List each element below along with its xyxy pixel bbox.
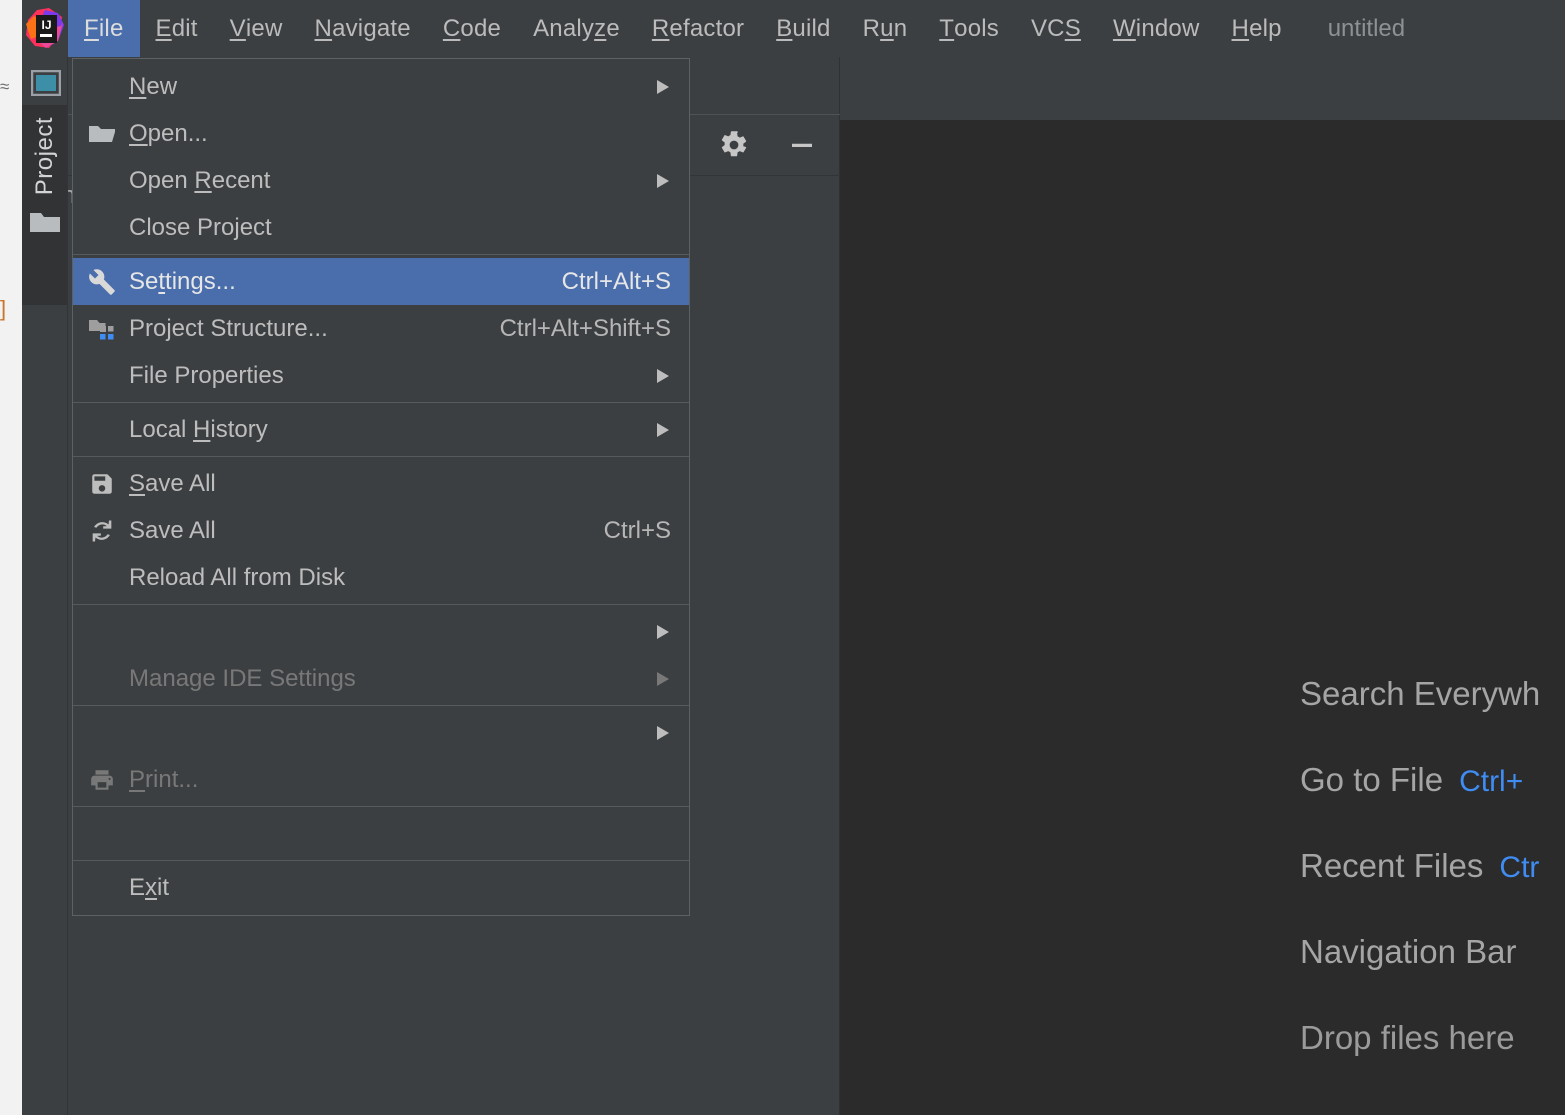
menu-item-label: File Properties bbox=[129, 361, 284, 389]
menu-item-label: Save All bbox=[129, 516, 216, 544]
menu-item-label: Project Structure... bbox=[129, 314, 328, 342]
menu-help[interactable]: Help bbox=[1216, 0, 1298, 57]
menu-item-file-properties[interactable]: File Properties bbox=[73, 352, 689, 399]
menu-bar-items: File Edit View Navigate Code Analy z e Ref… bbox=[68, 0, 1298, 57]
chevron-right-icon bbox=[625, 78, 671, 96]
menu-item-label: Reload All from Disk bbox=[129, 563, 346, 591]
menu-item-project-structure[interactable]: Project Structure... Ctrl+Alt+Shift+S bbox=[73, 305, 689, 352]
menu-item-label: Print... bbox=[129, 765, 199, 793]
sidebar-tab-project[interactable]: Project bbox=[22, 105, 67, 305]
menu-item-open-recent[interactable]: Open Recent bbox=[73, 157, 689, 204]
menu-item-invalidate-caches[interactable]: Reload All from Disk bbox=[73, 554, 689, 601]
hint-label: Search Everywh bbox=[1300, 675, 1541, 712]
menu-tools[interactable]: Tools bbox=[923, 0, 1015, 57]
menu-item-label: Exit bbox=[129, 873, 170, 901]
menu-bar: IJ File Edit View Navigate Code Analy z e … bbox=[22, 0, 1565, 57]
menu-item-close-project[interactable]: Close Project bbox=[73, 204, 689, 251]
menu-separator bbox=[73, 456, 689, 457]
hint-label: Recent Files bbox=[1300, 847, 1484, 884]
menu-item-export[interactable] bbox=[73, 709, 689, 756]
menu-item-local-history[interactable]: Local History bbox=[73, 406, 689, 453]
menu-item-new[interactable]: New bbox=[73, 63, 689, 110]
background-scribble-2: ] bbox=[0, 296, 7, 321]
background-scribble-1: ≈ bbox=[0, 77, 10, 96]
chevron-right-icon bbox=[625, 670, 671, 688]
printer-icon bbox=[87, 765, 117, 795]
menu-separator bbox=[73, 604, 689, 605]
chevron-right-icon bbox=[625, 421, 671, 439]
menu-item-manage-ide-settings[interactable] bbox=[73, 608, 689, 655]
menu-item-label: Manage IDE Settings bbox=[129, 664, 356, 692]
gear-icon[interactable] bbox=[714, 125, 754, 165]
menu-refactor[interactable]: Refactor bbox=[636, 0, 760, 57]
window-title: untitled bbox=[1327, 14, 1406, 42]
menu-item-label: Local History bbox=[129, 415, 268, 443]
menu-item-shortcut: Ctrl+Alt+S bbox=[561, 267, 671, 295]
menu-separator bbox=[73, 705, 689, 706]
chevron-right-icon bbox=[625, 367, 671, 385]
menu-item-power-save-mode[interactable] bbox=[73, 810, 689, 857]
menu-item-shortcut: Ctrl+S bbox=[603, 516, 671, 544]
menu-run[interactable]: Run bbox=[847, 0, 924, 57]
menu-separator bbox=[73, 806, 689, 807]
menu-separator bbox=[73, 402, 689, 403]
wrench-icon bbox=[87, 267, 117, 297]
chevron-right-icon bbox=[625, 724, 671, 742]
menu-edit[interactable]: Edit bbox=[140, 0, 214, 57]
svg-text:IJ: IJ bbox=[41, 18, 51, 32]
menu-item-label: Open Recent bbox=[129, 166, 271, 194]
menu-item-shortcut: Ctrl+Alt+Shift+S bbox=[499, 314, 671, 342]
background-window-strip: ≈ ] bbox=[0, 0, 22, 1115]
menu-item-exit[interactable]: Exit bbox=[73, 864, 689, 911]
menu-separator bbox=[73, 254, 689, 255]
menu-item-reload-all-from-disk[interactable]: Save All Ctrl+S bbox=[73, 507, 689, 554]
menu-vcs[interactable]: VC S bbox=[1015, 0, 1097, 57]
menu-file[interactable]: File bbox=[68, 0, 140, 57]
menu-separator bbox=[73, 860, 689, 861]
menu-item-label: New bbox=[129, 72, 178, 100]
menu-item-label: Settings... bbox=[129, 267, 236, 295]
menu-item-settings[interactable]: Settings... Ctrl+Alt+S bbox=[73, 258, 689, 305]
menu-analyze[interactable]: Analy z e bbox=[517, 0, 636, 57]
left-tool-strip: Project bbox=[22, 57, 68, 1115]
folder-icon bbox=[29, 209, 61, 240]
hint-shortcut: Ctr bbox=[1499, 851, 1540, 884]
ide-window: ≈ ] IJ File Edit View Navigate C ode Ana… bbox=[0, 0, 1565, 1115]
sidebar-tab-project-label: Project bbox=[30, 117, 58, 196]
editor-hints: Search Everywh Go to File Ctrl+ Recent F… bbox=[1300, 675, 1565, 1105]
menu-item-print[interactable]: Print... bbox=[73, 756, 689, 803]
menu-view[interactable]: View bbox=[214, 0, 299, 57]
menu-item-new-projects-settings[interactable]: Manage IDE Settings bbox=[73, 655, 689, 702]
menu-item-label: Save All bbox=[129, 469, 216, 497]
menu-item-open[interactable]: Open... bbox=[73, 110, 689, 157]
menu-build[interactable]: Build bbox=[760, 0, 846, 57]
hint-shortcut: Ctrl+ bbox=[1459, 765, 1524, 798]
intellij-idea-logo-icon: IJ bbox=[22, 0, 68, 57]
hint-row: Go to File Ctrl+ bbox=[1300, 761, 1565, 799]
project-structure-icon bbox=[87, 314, 117, 344]
editor-area: Search Everywh Go to File Ctrl+ Recent F… bbox=[840, 120, 1565, 1115]
hint-row: Navigation Bar bbox=[1300, 933, 1565, 971]
folder-open-icon bbox=[87, 119, 117, 149]
save-icon bbox=[87, 469, 117, 499]
drop-files-label: Drop files here bbox=[1300, 1019, 1515, 1056]
chevron-right-icon bbox=[625, 623, 671, 641]
hint-row: Search Everywh bbox=[1300, 675, 1565, 713]
hint-label: Go to File bbox=[1300, 761, 1444, 798]
tool-window-icon[interactable] bbox=[29, 66, 63, 100]
menu-code[interactable]: Code bbox=[427, 0, 517, 57]
menu-item-label: Close Project bbox=[129, 213, 272, 241]
drop-files-hint: Drop files here bbox=[1300, 1019, 1565, 1057]
menu-item-label: Open... bbox=[129, 119, 208, 147]
menu-window[interactable]: Window bbox=[1097, 0, 1216, 57]
menu-item-save-all[interactable]: Save All bbox=[73, 460, 689, 507]
reload-icon bbox=[87, 516, 117, 546]
menu-navigate[interactable]: Navigate bbox=[299, 0, 427, 57]
file-menu-dropdown: New Open... Open Recent Close Project Se… bbox=[72, 58, 690, 916]
hint-row: Recent Files Ctr bbox=[1300, 847, 1565, 885]
minimize-icon[interactable] bbox=[782, 125, 822, 165]
hint-label: Navigation Bar bbox=[1300, 933, 1517, 970]
chevron-right-icon bbox=[625, 172, 671, 190]
intellij-window: IJ File Edit View Navigate Code Analy z e … bbox=[22, 0, 1565, 1115]
